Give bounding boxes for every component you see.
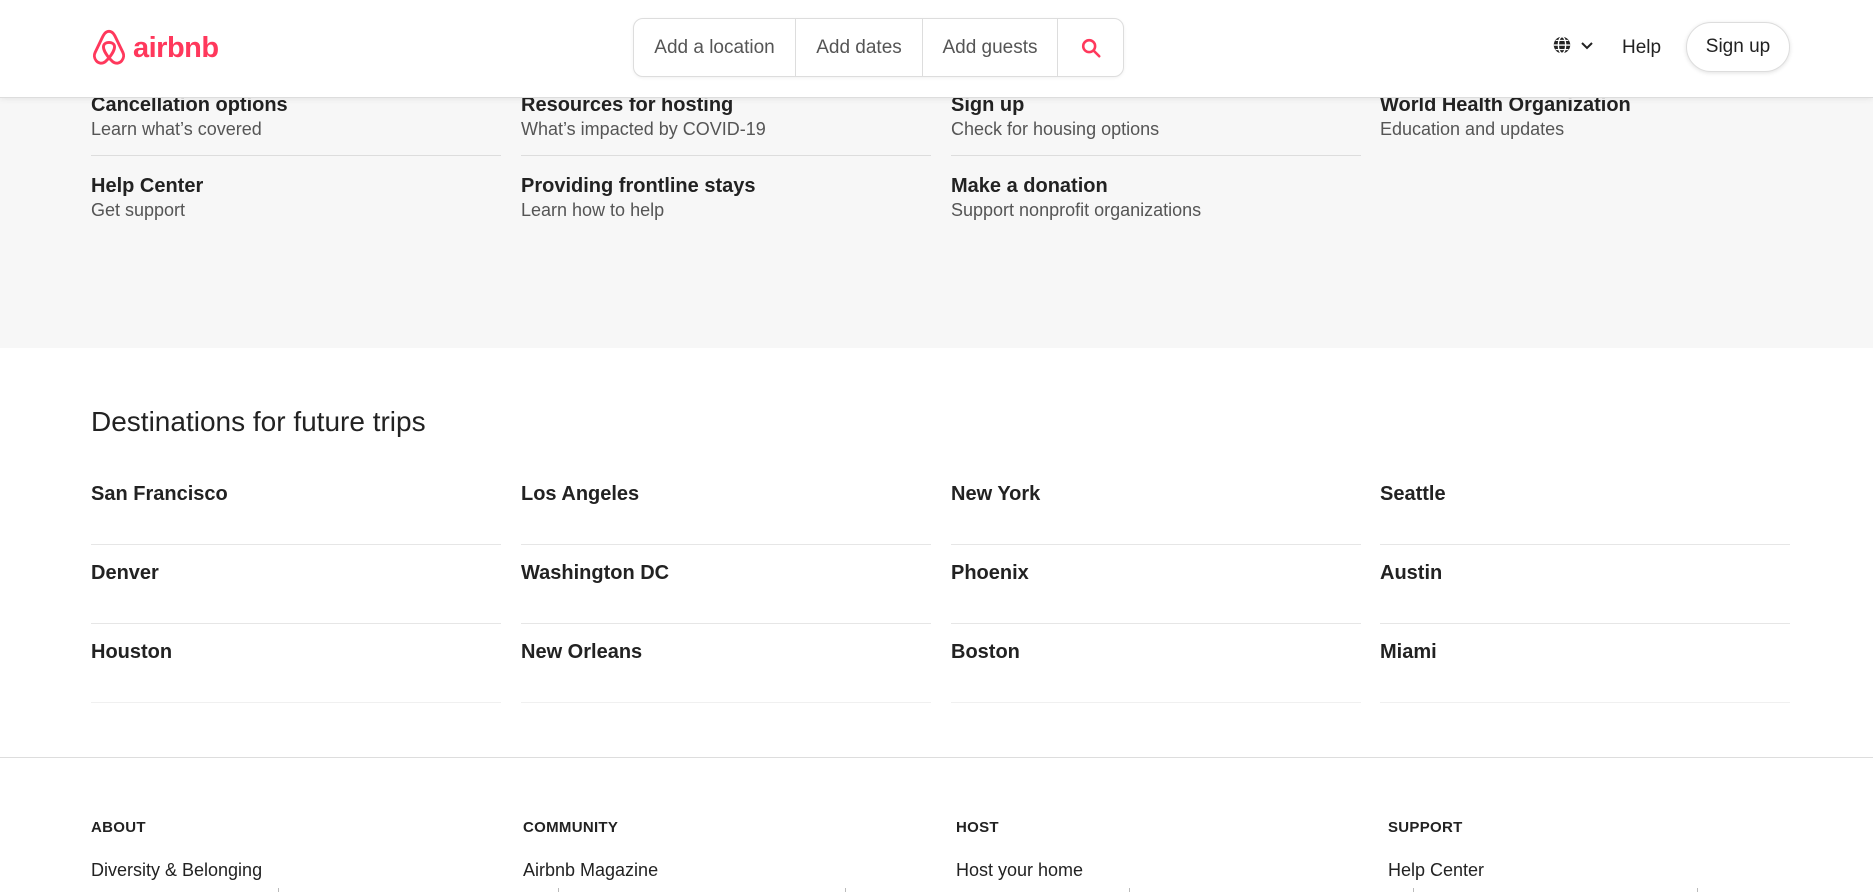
destination-item: Miami bbox=[1380, 624, 1790, 703]
chevron-down-icon bbox=[1581, 42, 1593, 50]
destination-item: Boston bbox=[951, 624, 1361, 703]
destination-item: New Orleans bbox=[521, 624, 931, 703]
footer-column-support: SUPPORT Help Center bbox=[1388, 819, 1788, 881]
destination-link[interactable]: San Francisco bbox=[91, 483, 228, 506]
language-selector[interactable] bbox=[1551, 34, 1595, 56]
destination-item: Washington DC bbox=[521, 545, 931, 624]
footer-divider-tick bbox=[558, 888, 559, 892]
destination-link[interactable]: New York bbox=[951, 483, 1040, 506]
destination-link[interactable]: New Orleans bbox=[521, 641, 642, 664]
footer-column-host: HOST Host your home bbox=[956, 819, 1356, 881]
resource-subtitle: What’s impacted by COVID-19 bbox=[521, 119, 766, 139]
footer-divider-tick bbox=[845, 888, 846, 892]
destination-link[interactable]: Seattle bbox=[1380, 483, 1446, 506]
footer-link[interactable]: Help Center bbox=[1388, 860, 1788, 881]
resource-item[interactable]: Help Center Get support bbox=[91, 156, 501, 222]
footer-heading: ABOUT bbox=[91, 819, 146, 836]
search-icon bbox=[1081, 38, 1101, 58]
footer-divider-tick bbox=[1129, 888, 1130, 892]
footer-divider bbox=[0, 757, 1873, 758]
destination-link[interactable]: Los Angeles bbox=[521, 483, 639, 506]
location-field[interactable]: Add a location bbox=[634, 19, 796, 76]
dates-field[interactable]: Add dates bbox=[796, 19, 923, 76]
resource-item[interactable]: Make a donation Support nonprofit organi… bbox=[951, 156, 1361, 222]
footer-link[interactable]: Diversity & Belonging bbox=[91, 860, 491, 881]
destination-link[interactable]: Miami bbox=[1380, 641, 1437, 664]
destinations-column-3: New York Phoenix Boston bbox=[951, 466, 1361, 703]
help-link[interactable]: Help bbox=[1622, 34, 1661, 62]
destination-link[interactable]: Boston bbox=[951, 641, 1020, 664]
destination-item: Denver bbox=[91, 545, 501, 624]
destination-link[interactable]: Phoenix bbox=[951, 562, 1029, 585]
destination-item: Houston bbox=[91, 624, 501, 703]
footer-heading: COMMUNITY bbox=[523, 819, 619, 836]
resource-subtitle: Education and updates bbox=[1380, 119, 1565, 139]
resource-title[interactable]: Providing frontline stays bbox=[521, 174, 931, 198]
resource-subtitle: Support nonprofit organizations bbox=[951, 200, 1202, 220]
airbnb-logo-icon bbox=[92, 29, 126, 65]
top-header: airbnb Add a location Add dates Add gues… bbox=[0, 0, 1873, 98]
search-button[interactable] bbox=[1058, 19, 1123, 76]
destination-item: Phoenix bbox=[951, 545, 1361, 624]
signup-button[interactable]: Sign up bbox=[1686, 22, 1790, 72]
resource-subtitle: Get support bbox=[91, 200, 186, 220]
footer-column-about: ABOUT Diversity & Belonging bbox=[91, 819, 491, 881]
resource-item[interactable]: World Health Organization Education and … bbox=[1380, 93, 1790, 156]
resource-item[interactable]: Cancellation options Learn what’s covere… bbox=[91, 93, 501, 156]
resource-column-1: Cancellation options Learn what’s covere… bbox=[91, 94, 501, 222]
destination-link[interactable]: Washington DC bbox=[521, 562, 669, 585]
airbnb-logo[interactable]: airbnb bbox=[91, 28, 219, 68]
destinations-title: Destinations for future trips bbox=[91, 406, 426, 437]
destination-link[interactable]: Austin bbox=[1380, 562, 1442, 585]
resource-subtitle: Check for housing options bbox=[951, 119, 1160, 139]
destination-item: Los Angeles bbox=[521, 466, 931, 545]
footer-divider-tick bbox=[278, 888, 279, 892]
search-bar: Add a location Add dates Add guests bbox=[633, 18, 1124, 77]
destination-item: Austin bbox=[1380, 545, 1790, 624]
destination-item: San Francisco bbox=[91, 466, 501, 545]
footer-link[interactable]: Airbnb Magazine bbox=[523, 860, 923, 881]
destinations-column-4: Seattle Austin Miami bbox=[1380, 466, 1790, 703]
resources-section: Cancellation options Learn what’s covere… bbox=[0, 94, 1873, 348]
resource-column-3: Sign up Check for housing options Make a… bbox=[951, 94, 1361, 222]
resource-column-2: Resources for hosting What’s impacted by… bbox=[521, 94, 931, 222]
resource-item[interactable]: Resources for hosting What’s impacted by… bbox=[521, 93, 931, 156]
destinations-column-1: San Francisco Denver Houston bbox=[91, 466, 501, 703]
guests-field[interactable]: Add guests bbox=[923, 19, 1058, 76]
resource-item[interactable]: Providing frontline stays Learn how to h… bbox=[521, 156, 931, 222]
globe-icon bbox=[1553, 36, 1571, 54]
resource-subtitle: Learn how to help bbox=[521, 200, 665, 220]
destination-link[interactable]: Denver bbox=[91, 562, 159, 585]
resource-column-4: World Health Organization Education and … bbox=[1380, 94, 1790, 156]
destination-item: Seattle bbox=[1380, 466, 1790, 545]
resource-title[interactable]: Help Center bbox=[91, 174, 501, 198]
resource-title[interactable]: Make a donation bbox=[951, 174, 1361, 198]
footer-divider-tick bbox=[1697, 888, 1698, 892]
footer-heading: HOST bbox=[956, 819, 999, 836]
footer-link[interactable]: Host your home bbox=[956, 860, 1356, 881]
resource-subtitle: Learn what’s covered bbox=[91, 119, 262, 139]
footer-divider-tick bbox=[1413, 888, 1414, 892]
resource-item[interactable]: Sign up Check for housing options bbox=[951, 93, 1361, 156]
destination-item: New York bbox=[951, 466, 1361, 545]
footer-column-community: COMMUNITY Airbnb Magazine bbox=[523, 819, 923, 881]
brand-name: airbnb bbox=[133, 31, 219, 64]
destinations-column-2: Los Angeles Washington DC New Orleans bbox=[521, 466, 931, 703]
destination-link[interactable]: Houston bbox=[91, 641, 172, 664]
footer-heading: SUPPORT bbox=[1388, 819, 1463, 836]
